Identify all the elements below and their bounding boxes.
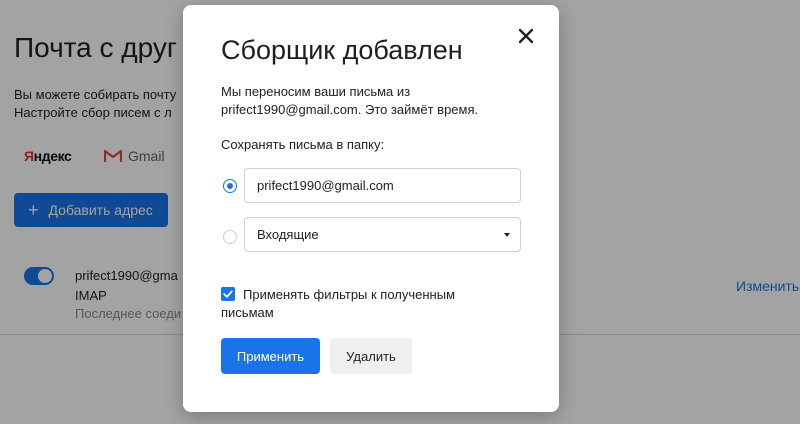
folder-label: Сохранять письма в папку: xyxy=(221,137,385,152)
dialog-title: Сборщик добавлен xyxy=(221,35,463,65)
radio-email-folder[interactable] xyxy=(223,179,237,193)
folder-select[interactable]: Входящие xyxy=(244,217,521,252)
delete-button[interactable]: Удалить xyxy=(330,338,412,374)
apply-button[interactable]: Применить xyxy=(221,338,320,374)
email-folder-value: prifect1990@gmail.com xyxy=(257,178,394,193)
dialog-message: Мы переносим ваши письма из prifect1990@… xyxy=(221,84,479,117)
folder-select-value: Входящие xyxy=(257,227,319,242)
close-icon[interactable] xyxy=(517,27,535,45)
email-folder-field[interactable]: prifect1990@gmail.com xyxy=(244,168,521,203)
apply-filters-label[interactable]: Применять фильтры к полученным письмам xyxy=(221,286,511,322)
dropdown-caret-icon xyxy=(504,232,510,237)
radio-inbox-folder[interactable] xyxy=(223,230,237,244)
collector-added-dialog: Сборщик добавлен Мы переносим ваши письм… xyxy=(183,5,559,412)
